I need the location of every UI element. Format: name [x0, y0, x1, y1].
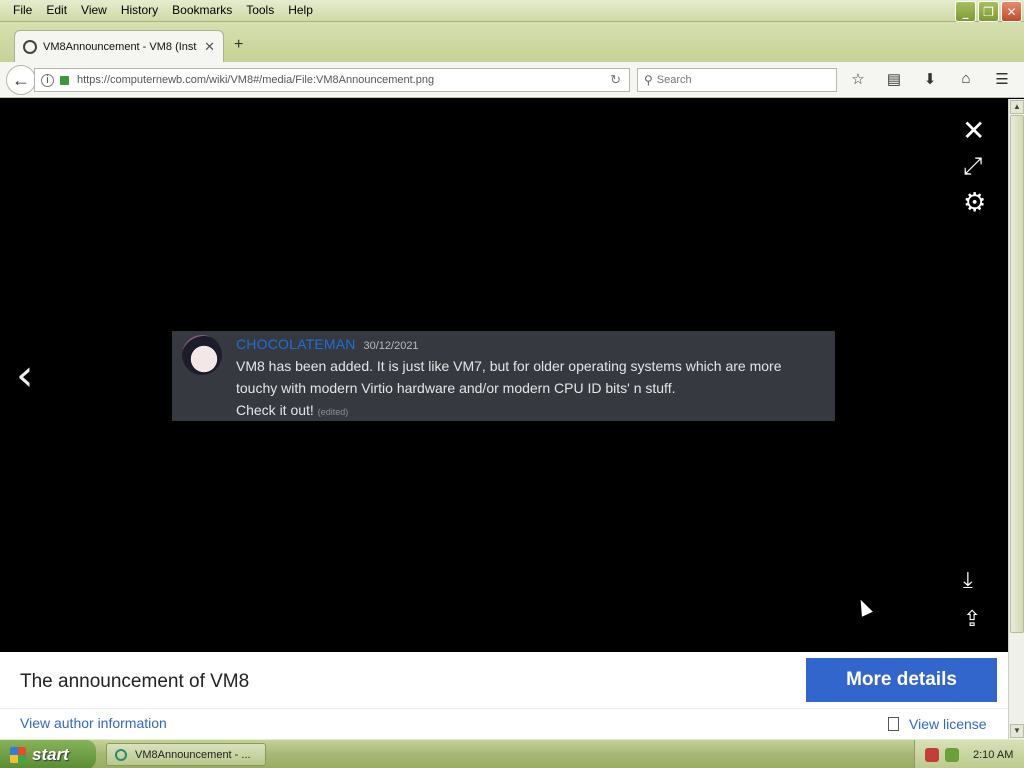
menu-help[interactable]: Help — [281, 3, 320, 17]
divider — [0, 708, 1008, 709]
menu-view[interactable]: View — [74, 3, 114, 17]
menu-edit[interactable]: Edit — [39, 3, 74, 17]
star-icon[interactable]: ☆ — [848, 70, 868, 88]
minimize-button[interactable]: _ — [955, 1, 976, 22]
close-viewer-icon[interactable]: ✕ — [962, 114, 985, 147]
settings-icon[interactable]: ⚙ — [963, 188, 986, 218]
license-doc-icon — [888, 717, 899, 731]
back-button[interactable]: ← — [6, 65, 36, 95]
security-shield-icon[interactable] — [925, 747, 939, 762]
more-details-button[interactable]: More details — [806, 658, 997, 702]
fullscreen-icon[interactable]: ⤢ — [963, 152, 982, 180]
taskbar: start VM8Announcement - ... 2:10 AM — [0, 739, 1024, 768]
share-icon[interactable]: ⇪ — [963, 607, 981, 632]
media-info-panel: The announcement of VM8 More details Vie… — [0, 652, 1008, 739]
window-buttons: _ ❐ ✕ — [955, 1, 1022, 22]
menu-tools[interactable]: Tools — [239, 3, 281, 17]
edited-tag: (edited) — [317, 407, 349, 417]
new-tab-button[interactable]: + — [234, 36, 243, 54]
menu-history[interactable]: History — [114, 3, 165, 17]
reading-list-icon[interactable]: ▤ — [884, 70, 904, 88]
vertical-scrollbar[interactable]: ▲ ▼ — [1008, 99, 1024, 739]
network-icon[interactable] — [945, 747, 959, 762]
image-caption: The announcement of VM8 — [20, 671, 250, 692]
menu-bookmarks[interactable]: Bookmarks — [165, 3, 239, 17]
search-box[interactable]: ⚲ — [637, 68, 837, 92]
close-window-button[interactable]: ✕ — [1001, 1, 1022, 22]
message-line-last: Check it out! (edited) — [236, 399, 823, 423]
message-body: VM8 has been added. It is just like VM7,… — [236, 355, 823, 423]
message-line: Check it out! — [236, 402, 314, 418]
message-date: 30/12/2021 — [363, 340, 419, 352]
navigation-bar: ← i https://computernewb.com/wiki/VM8#/m… — [0, 62, 1024, 98]
search-icon: ⚲ — [644, 73, 653, 87]
home-icon[interactable]: ⌂ — [956, 70, 976, 88]
menu-file[interactable]: File — [6, 3, 39, 17]
clock: 2:10 AM — [973, 748, 1014, 761]
menu-icon[interactable]: ☰ — [992, 70, 1012, 88]
system-tray: 2:10 AM — [914, 740, 1024, 768]
download-icon[interactable]: ⬇ — [920, 70, 940, 88]
previous-image-icon[interactable]: ‹ — [16, 350, 34, 401]
site-info-icon[interactable]: i — [41, 73, 54, 87]
taskbar-item-browser[interactable]: VM8Announcement - ... — [106, 743, 266, 766]
search-input[interactable] — [656, 74, 817, 86]
scroll-thumb[interactable] — [1010, 115, 1024, 633]
message-line: touchy with modern Virtio hardware and/o… — [236, 380, 676, 396]
message-header: CHOCOLATEMAN 30/12/2021 — [236, 335, 823, 355]
avatar — [182, 335, 222, 375]
view-author-link[interactable]: View author information — [20, 715, 167, 731]
address-bar[interactable]: i https://computernewb.com/wiki/VM8#/med… — [34, 68, 630, 92]
back-arrow-icon: ← — [12, 69, 30, 90]
scroll-up-icon[interactable]: ▲ — [1010, 100, 1024, 114]
tab-title: VM8Announcement - VM8 (Inst — [43, 40, 197, 53]
start-label: start — [32, 744, 69, 764]
message-username: CHOCOLATEMAN — [236, 336, 356, 352]
reload-icon[interactable]: ↻ — [610, 72, 621, 88]
toolbar-icons: ☆ ▤ ⬇ ⌂ ☰ — [848, 70, 1012, 88]
windows-logo-icon — [10, 746, 26, 763]
taskbar-item-label: VM8Announcement - ... — [135, 748, 251, 761]
tab-strip: VM8Announcement - VM8 (Inst ✕ + — [0, 22, 1024, 62]
announcement-image: CHOCOLATEMAN 30/12/2021 VM8 has been add… — [172, 331, 835, 421]
site-favicon-icon — [23, 39, 37, 54]
close-tab-icon[interactable]: ✕ — [204, 39, 215, 55]
view-license-link[interactable]: View license — [888, 716, 987, 732]
restore-button[interactable]: ❐ — [978, 1, 999, 22]
menu-bar: File Edit View History Bookmarks Tools H… — [0, 0, 1024, 22]
tab-vm8-announcement[interactable]: VM8Announcement - VM8 (Inst ✕ — [14, 30, 224, 62]
download-image-icon[interactable]: ⤓ — [963, 568, 973, 593]
message-line: VM8 has been added. It is just like VM7,… — [236, 358, 782, 374]
view-license-label: View license — [909, 716, 987, 732]
url-text[interactable]: https://computernewb.com/wiki/VM8#/media… — [77, 74, 610, 86]
menu: File Edit View History Bookmarks Tools H… — [6, 3, 320, 17]
start-button[interactable]: start — [0, 740, 96, 768]
lock-icon — [60, 75, 69, 85]
scroll-down-icon[interactable]: ▼ — [1010, 724, 1024, 738]
browser-icon — [115, 748, 127, 761]
